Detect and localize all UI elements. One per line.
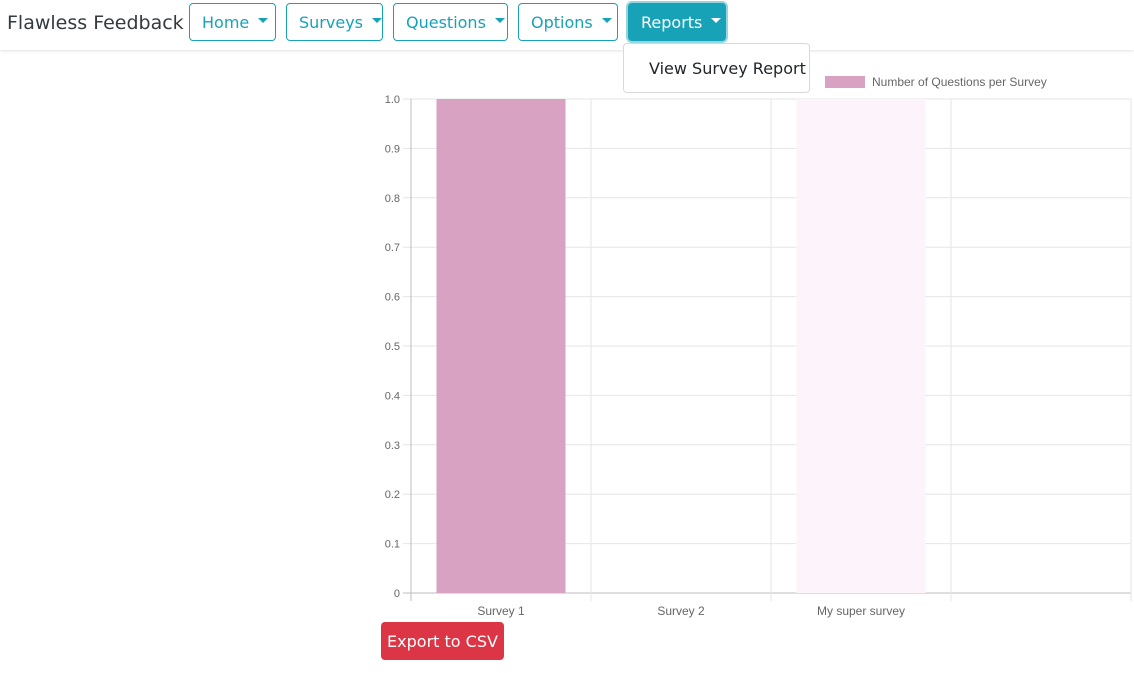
view-survey-report-item[interactable]: View Survey Report [624,52,809,86]
y-tick-label: 0.5 [385,341,400,353]
y-tick-label: 1.0 [385,94,400,106]
chevron-down-icon [711,17,722,23]
y-tick-label: 0.6 [385,292,400,304]
legend-label: Number of Questions per Survey [872,75,1047,89]
y-tick-label: 0.8 [385,193,400,205]
x-tick-label: My super survey [817,604,905,618]
chevron-down-icon [258,17,269,23]
bar [796,99,926,593]
nav-questions-button[interactable]: Questions [393,3,508,41]
navbar: Flawless Feedback Home Surveys Questions… [0,0,1134,50]
x-tick-label: Survey 1 [477,604,525,618]
nav-home-button[interactable]: Home [189,3,276,41]
nav-options-label: Options [531,12,593,32]
nav-questions-label: Questions [406,12,486,32]
nav-options-button[interactable]: Options [518,3,618,41]
y-tick-label: 0.9 [385,143,400,155]
y-tick-label: 0.3 [385,440,400,452]
nav-surveys-button[interactable]: Surveys [286,3,383,41]
chevron-down-icon [494,17,505,23]
y-tick-label: 0.7 [385,242,400,254]
reports-dropdown-menu: View Survey Report [623,43,810,93]
chevron-down-icon [372,17,382,23]
y-tick-label: 0 [394,588,400,600]
chevron-down-icon [601,17,612,23]
bar-chart: 1.0 0.9 0.8 0.7 0.6 0.5 0.4 0.3 0.2 0.1 0 Survey 1 S… [385,75,1132,618]
export-csv-button[interactable]: Export to CSV [381,622,504,660]
bar [436,99,566,593]
y-tick-label: 0.1 [385,539,400,551]
nav-surveys-label: Surveys [299,12,363,32]
y-tick-label: 0.2 [385,489,400,501]
nav-reports-button[interactable]: Reports [628,3,726,41]
legend-swatch [825,76,865,88]
x-tick-label: Survey 2 [657,604,705,618]
brand-title[interactable]: Flawless Feedback [7,12,184,34]
nav-home-label: Home [202,12,250,32]
nav-reports-label: Reports [641,12,703,32]
y-tick-label: 0.4 [385,390,400,402]
